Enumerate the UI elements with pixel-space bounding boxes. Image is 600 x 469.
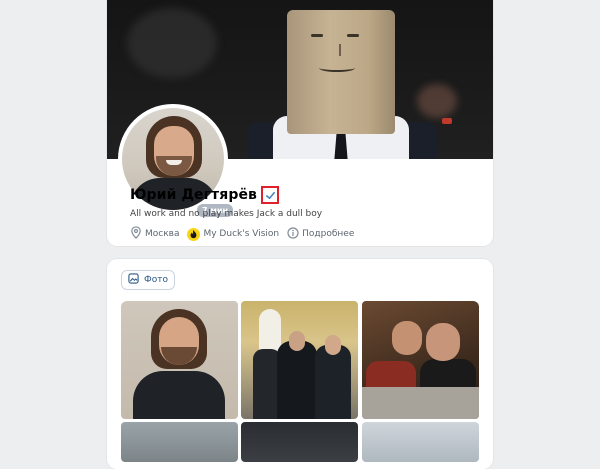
profile-status: All work and no play makes Jack a dull b… xyxy=(130,209,323,219)
community-label: My Duck's Vision xyxy=(203,229,280,239)
photo-face xyxy=(325,335,341,355)
image-icon xyxy=(128,273,139,287)
avatar-smile xyxy=(166,160,182,165)
location-item: Москва xyxy=(130,226,179,242)
cover-paper-bag-head xyxy=(287,10,395,134)
photo-face xyxy=(289,331,305,351)
photo-thumbnail[interactable] xyxy=(362,422,479,462)
more-info-link[interactable]: Подробнее xyxy=(287,226,355,242)
name-row: Юрий Дегтярёв xyxy=(130,186,280,204)
info-icon xyxy=(287,226,299,242)
tab-photos[interactable]: Фото xyxy=(121,270,176,290)
photo-face xyxy=(392,321,422,355)
photo-person xyxy=(133,371,225,419)
more-info-label: Подробнее xyxy=(302,229,355,239)
location-label: Москва xyxy=(145,229,180,239)
photo-thumbnail[interactable] xyxy=(362,301,479,419)
profile-name: Юрий Дегтярёв xyxy=(130,187,258,203)
photo-person xyxy=(315,345,351,419)
photo-person xyxy=(277,341,317,419)
bag-mouth xyxy=(319,64,355,72)
verified-check-icon[interactable] xyxy=(261,186,280,204)
location-pin-icon xyxy=(130,226,142,242)
photo-thumbnail[interactable] xyxy=(241,422,358,462)
flame-icon xyxy=(187,227,201,241)
photo-thumbnail[interactable] xyxy=(241,301,358,419)
bag-nose xyxy=(333,44,341,56)
community-link[interactable]: My Duck's Vision xyxy=(187,227,280,241)
photo-thumbnail[interactable] xyxy=(121,422,238,462)
photos-card: Фото xyxy=(107,259,493,469)
bag-eye xyxy=(347,34,359,37)
bag-eye xyxy=(311,34,323,37)
profile-meta: Москва My Duck's Vision Подробнее xyxy=(130,226,354,242)
tab-photos-label: Фото xyxy=(144,275,169,285)
photo-face xyxy=(426,323,460,361)
cover-shadow xyxy=(127,8,217,78)
photo-thumbnail[interactable] xyxy=(121,301,238,419)
photo-table xyxy=(362,387,479,419)
cover-light xyxy=(417,84,457,118)
cover-red-light xyxy=(442,118,452,124)
